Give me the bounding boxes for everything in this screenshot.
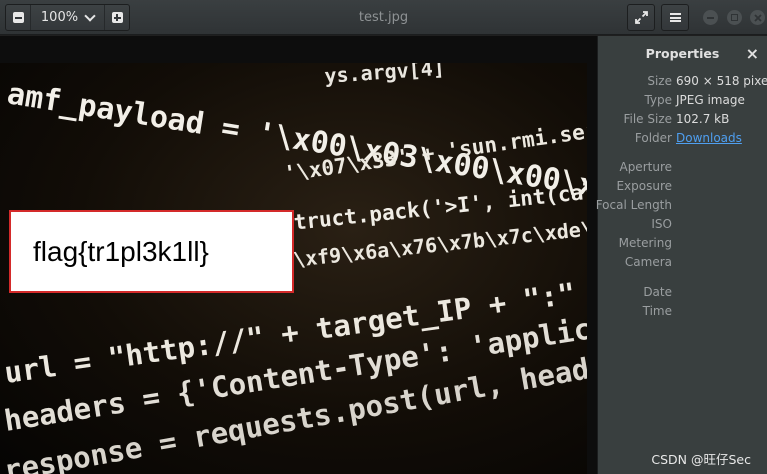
fullscreen-button[interactable] bbox=[627, 4, 655, 31]
maximize-icon bbox=[731, 14, 738, 21]
close-properties-button[interactable]: × bbox=[746, 36, 759, 72]
zoom-level-dropdown[interactable]: 100% bbox=[30, 5, 105, 30]
expand-arrows-icon bbox=[634, 11, 648, 24]
property-type: Type JPEG image bbox=[598, 91, 767, 110]
property-label: File Size bbox=[623, 112, 672, 126]
property-value: 690 × 518 pixels bbox=[676, 74, 767, 88]
folder-link[interactable]: Downloads bbox=[676, 129, 742, 148]
properties-header: Properties × bbox=[598, 36, 767, 72]
property-file-size: File Size 102.7 kB bbox=[598, 110, 767, 129]
property-aperture: Aperture bbox=[598, 158, 767, 177]
image-viewer-window: 100% test.jpg ys.argv[4] amf_payload = '… bbox=[0, 0, 767, 474]
property-size: Size 690 × 518 pixels bbox=[598, 72, 767, 91]
property-value: 102.7 kB bbox=[676, 112, 730, 126]
flag-annotation-box: flag{tr1pl3k1ll} bbox=[9, 210, 294, 293]
property-label: ISO bbox=[651, 217, 672, 231]
zoom-controls: 100% bbox=[5, 4, 130, 31]
maximize-button[interactable] bbox=[727, 10, 742, 25]
property-label: Metering bbox=[618, 236, 672, 250]
property-value: JPEG image bbox=[676, 93, 745, 107]
property-time: Time bbox=[598, 302, 767, 321]
zoom-in-button[interactable] bbox=[105, 5, 129, 30]
csdn-watermark: CSDN @旺仔Sec bbox=[651, 452, 751, 467]
displayed-image: ys.argv[4] amf_payload = '\x00\x03\x00\x… bbox=[0, 63, 587, 474]
property-iso: ISO bbox=[598, 215, 767, 234]
properties-title: Properties bbox=[645, 46, 720, 61]
menu-button[interactable] bbox=[661, 4, 689, 31]
property-label: Folder bbox=[634, 131, 672, 145]
property-focal-length: Focal Length bbox=[595, 196, 767, 215]
property-folder: Folder Downloads bbox=[598, 129, 767, 148]
property-label: Camera bbox=[624, 255, 672, 269]
minimize-button[interactable] bbox=[703, 10, 718, 25]
property-label: Type bbox=[644, 93, 672, 107]
close-window-button[interactable] bbox=[750, 10, 765, 25]
property-metering: Metering bbox=[598, 234, 767, 253]
plus-square-icon bbox=[111, 12, 123, 23]
property-camera: Camera bbox=[598, 253, 767, 272]
property-label: Aperture bbox=[619, 160, 672, 174]
properties-sidebar: Properties × Size 690 × 518 pixels Type … bbox=[595, 36, 767, 474]
zoom-level-value: 100% bbox=[40, 10, 79, 25]
flag-text: flag{tr1pl3k1ll} bbox=[33, 235, 209, 267]
property-exposure: Exposure bbox=[598, 177, 767, 196]
property-date: Date bbox=[598, 283, 767, 302]
property-label: Date bbox=[643, 285, 672, 299]
property-label: Size bbox=[647, 74, 672, 88]
image-canvas[interactable]: ys.argv[4] amf_payload = '\x00\x03\x00\x… bbox=[0, 36, 597, 474]
property-label: Focal Length bbox=[595, 198, 672, 212]
hamburger-menu-icon bbox=[669, 13, 681, 22]
property-label: Time bbox=[642, 304, 672, 318]
minimize-icon bbox=[707, 16, 714, 19]
header-bar: 100% test.jpg bbox=[0, 0, 767, 35]
code-line-1: ys.argv[4] bbox=[324, 63, 446, 88]
property-label: Exposure bbox=[616, 179, 672, 193]
chevron-down-icon bbox=[84, 9, 96, 22]
close-icon bbox=[753, 13, 762, 22]
zoom-out-button[interactable] bbox=[6, 5, 30, 30]
minus-square-icon bbox=[12, 12, 24, 23]
